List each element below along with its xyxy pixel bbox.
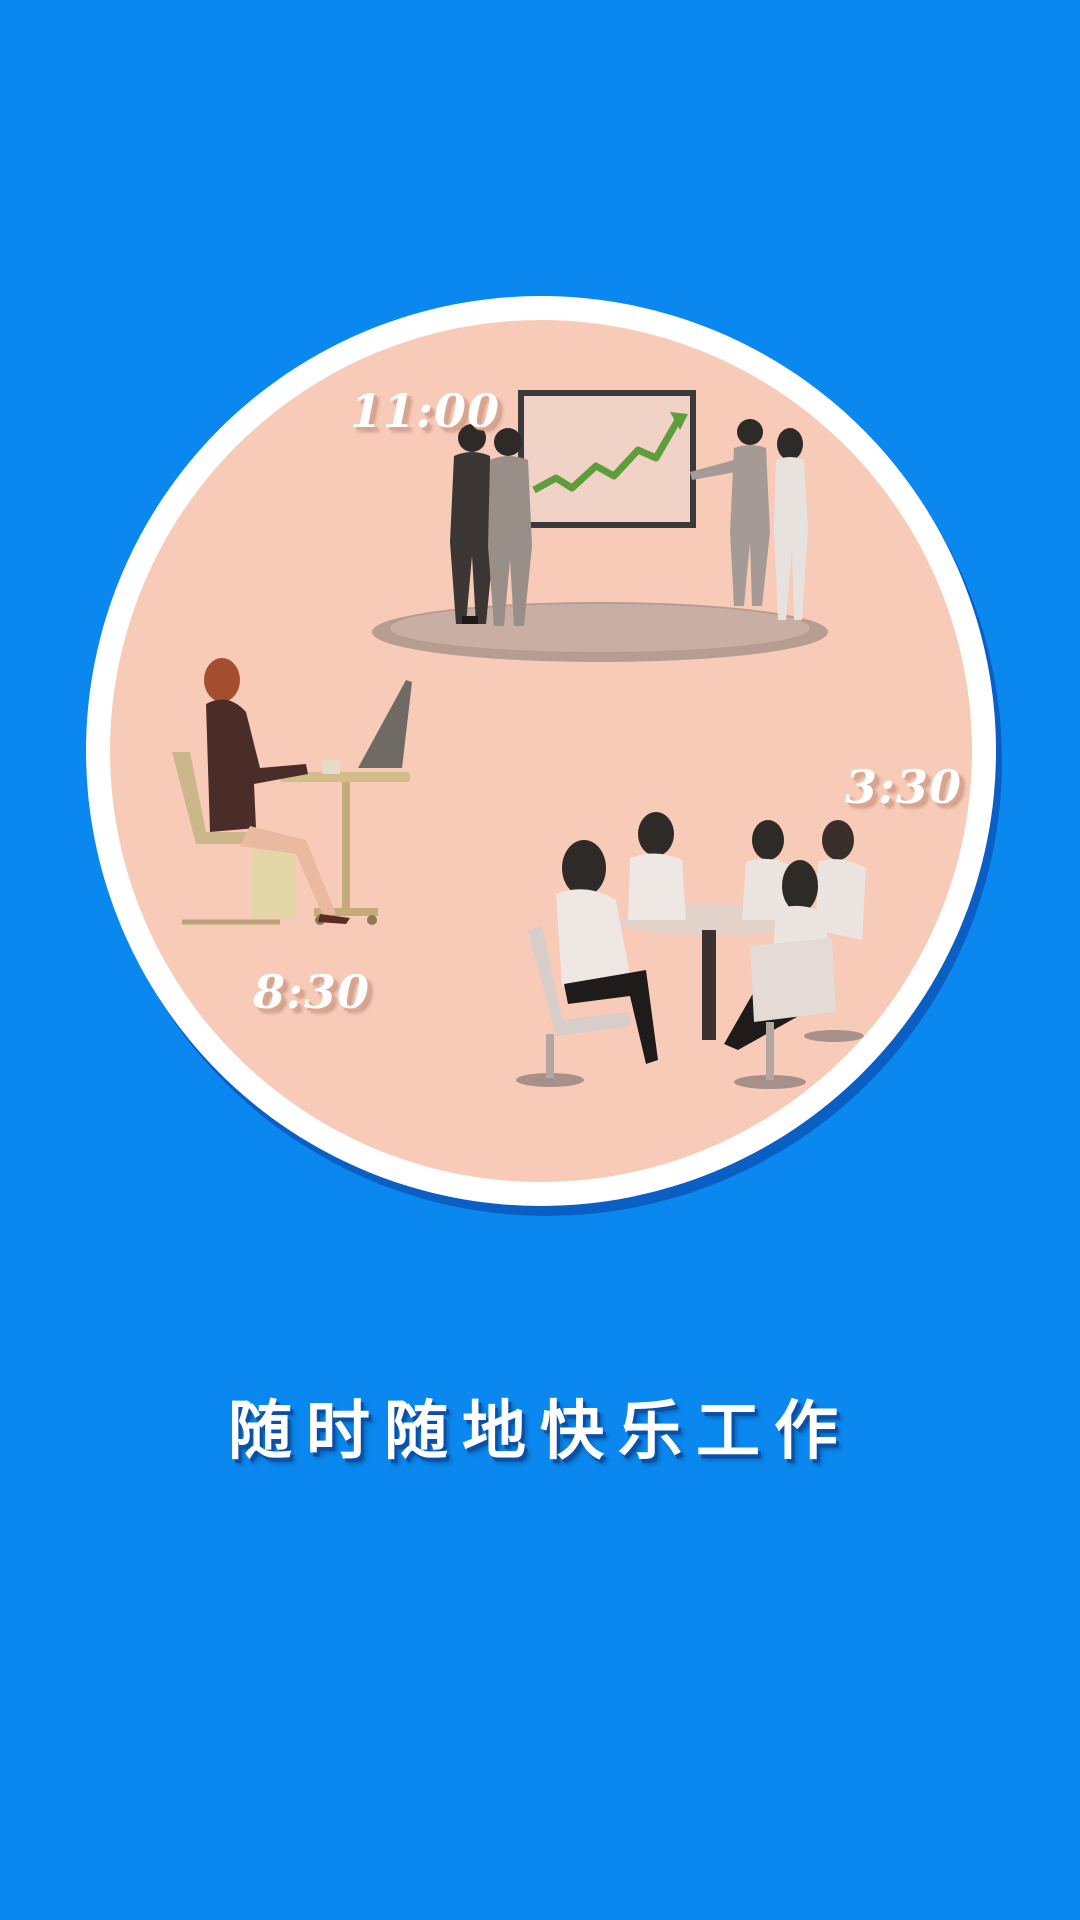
woman-at-laptop-illustration bbox=[172, 658, 412, 925]
office-scene-illustration bbox=[172, 390, 866, 1089]
slogan-text: 随时随地快乐工作 bbox=[228, 1394, 852, 1469]
illustration-backdrop: 11:00 3:30 8:30 bbox=[110, 320, 972, 1182]
illustration-circle: 11:00 3:30 8:30 bbox=[86, 296, 996, 1206]
time-label-afternoon: 3:30 bbox=[845, 760, 963, 814]
team-meeting-illustration bbox=[516, 812, 866, 1089]
time-label-morning: 8:30 bbox=[253, 965, 371, 1019]
splash-screen: 11:00 3:30 8:30 随时随地快乐工作 bbox=[0, 0, 1080, 1920]
time-label-meeting: 11:00 bbox=[350, 384, 501, 438]
